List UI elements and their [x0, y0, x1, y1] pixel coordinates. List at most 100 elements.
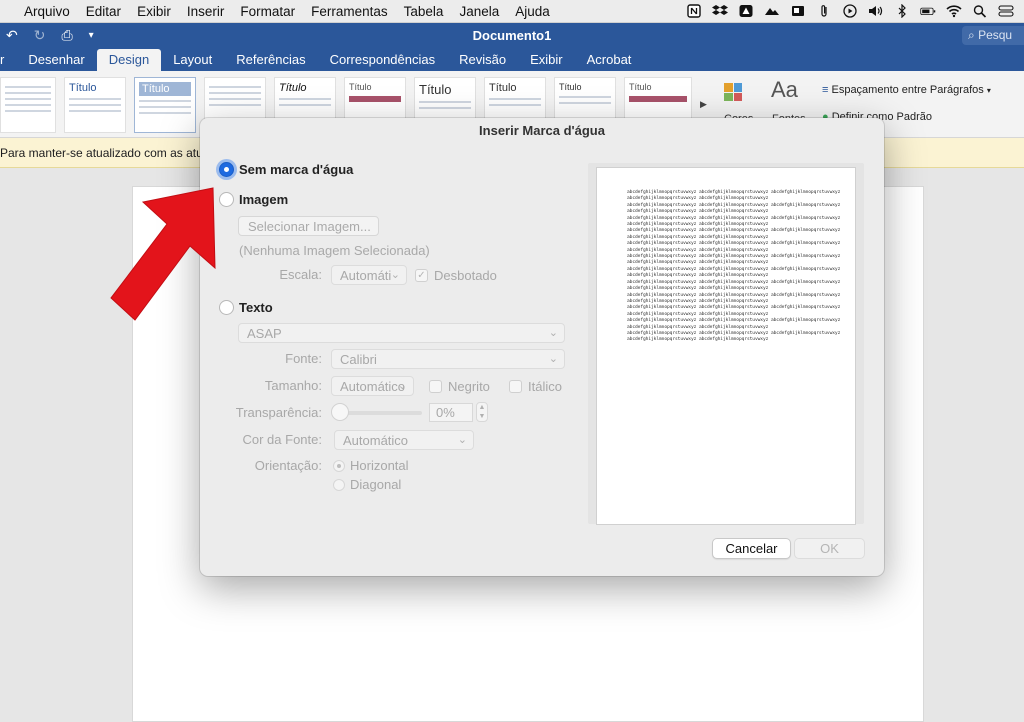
tab-acrobat[interactable]: Acrobat — [575, 52, 644, 71]
menu-formatar[interactable]: Formatar — [232, 4, 303, 19]
tab-correspondencias[interactable]: Correspondências — [318, 52, 448, 71]
volume-icon[interactable] — [868, 4, 884, 18]
battery-icon[interactable] — [920, 4, 936, 18]
radio-horizontal[interactable] — [333, 459, 345, 472]
redo-icon[interactable]: ↻ — [34, 27, 46, 45]
quick-access-toolbar: ↶ ↻ ⎙ ▾ — [0, 27, 94, 45]
tab-revisao[interactable]: Revisão — [447, 52, 518, 71]
status-area — [686, 4, 1024, 18]
option-text-label: Texto — [239, 300, 273, 315]
checkbox-empty-icon — [509, 380, 522, 393]
wifi-icon[interactable] — [946, 4, 962, 18]
chevron-down-icon: ⌄ — [397, 380, 407, 392]
menu-janela[interactable]: Janela — [451, 4, 507, 19]
ok-button[interactable]: OK — [794, 538, 865, 559]
tab-partial[interactable]: r — [0, 52, 16, 71]
size-select[interactable]: Automático ⌄ — [331, 376, 414, 396]
font-select[interactable]: Calibri ⌄ — [331, 349, 565, 369]
paperclip-icon[interactable] — [816, 4, 832, 18]
scale-label: Escala: — [279, 267, 322, 282]
radio-dot-icon — [337, 463, 341, 468]
styles-more-icon[interactable]: ▶ — [700, 99, 707, 110]
colors-icon[interactable] — [724, 83, 742, 101]
tab-referencias[interactable]: Referências — [224, 52, 317, 71]
bluetooth-icon[interactable] — [894, 4, 910, 18]
menu-tabela[interactable]: Tabela — [396, 4, 452, 19]
chevron-down-icon: ⌄ — [390, 269, 400, 281]
bold-label: Negrito — [448, 379, 490, 394]
menu-ajuda[interactable]: Ajuda — [507, 4, 558, 19]
menu-exibir[interactable]: Exibir — [129, 4, 179, 19]
cancel-button[interactable]: Cancelar — [712, 538, 791, 559]
option-no-watermark[interactable]: Sem marca d'água — [219, 162, 353, 177]
cloud-icon[interactable] — [764, 4, 780, 18]
chevron-down-icon: ⌄ — [548, 327, 558, 339]
option-image[interactable]: Imagem — [219, 192, 288, 207]
option-no-watermark-label: Sem marca d'água — [239, 162, 354, 177]
italic-checkbox[interactable]: Itálico — [509, 379, 562, 394]
tab-desenhar[interactable]: Desenhar — [16, 52, 96, 71]
preview-line: abcdefghijklmnopqrstuvwxyz abcdefghijklm… — [627, 318, 841, 324]
search-icon[interactable] — [972, 4, 988, 18]
menu-inserir[interactable]: Inserir — [179, 4, 233, 19]
fonts-icon[interactable]: Aa — [771, 77, 798, 103]
italic-label: Itálico — [528, 379, 562, 394]
tab-design[interactable]: Design — [96, 49, 162, 71]
select-image-button[interactable]: Selecionar Imagem... — [238, 216, 379, 236]
transparency-stepper[interactable]: ▲ ▼ — [476, 402, 488, 422]
preview-line: abcdefghijklmnopqrstuvwxyz abcdefghijklm… — [627, 292, 841, 298]
font-color-label: Cor da Fonte: — [242, 432, 323, 447]
scale-select[interactable]: Automáti ⌄ — [331, 265, 407, 285]
style-set-2[interactable]: Título — [134, 77, 196, 133]
play-icon[interactable] — [842, 4, 858, 18]
search-placeholder: Pesqu — [978, 28, 1013, 42]
notion-icon[interactable] — [686, 4, 702, 18]
transparency-input[interactable]: 0% — [429, 403, 473, 422]
radio-diagonal[interactable] — [333, 478, 345, 491]
size-value: Automático — [340, 378, 406, 394]
preview-line: abcdefghijklmnopqrstuvwxyz abcdefghijklm… — [627, 228, 841, 234]
paragraph-spacing-button[interactable]: ≡ Espaçamento entre Parágrafos ▾ — [822, 84, 991, 96]
preview-page: abcdefghijklmnopqrstuvwxyz abcdefghijklm… — [597, 168, 855, 524]
style-set-0[interactable] — [0, 77, 56, 133]
font-color-select[interactable]: Automático ⌄ — [334, 430, 474, 450]
customize-toolbar-icon[interactable]: ▾ — [89, 27, 94, 45]
option-text[interactable]: Texto — [219, 300, 273, 315]
preview-line: abcdefghijklmnopqrstuvwxyz abcdefghijklm… — [627, 241, 841, 247]
menu-ferramentas[interactable]: Ferramentas — [303, 4, 396, 19]
chevron-down-icon: ▾ — [986, 86, 991, 95]
chevron-down-icon: ⌄ — [457, 434, 467, 446]
search-box[interactable]: ⌕ Pesqu — [962, 26, 1024, 45]
orientation-diagonal[interactable]: Diagonal — [333, 477, 401, 492]
dialog-title: Inserir Marca d'água — [479, 123, 605, 138]
tab-exibir[interactable]: Exibir — [518, 52, 575, 71]
drive-icon[interactable] — [790, 4, 806, 18]
chevron-down-icon: ⌄ — [548, 353, 558, 365]
bold-checkbox[interactable]: Negrito — [429, 379, 490, 394]
font-label: Fonte: — [285, 351, 322, 366]
annotation-arrow-icon — [110, 187, 216, 321]
checkbox-checked-icon: ✓ — [415, 269, 428, 282]
orientation-horizontal[interactable]: Horizontal — [333, 458, 409, 473]
radio-no-watermark[interactable] — [219, 162, 234, 177]
scale-value: Automáti — [340, 267, 392, 283]
control-center-icon[interactable] — [998, 4, 1014, 18]
app-icon[interactable] — [738, 4, 754, 18]
menu-arquivo[interactable]: Arquivo — [16, 4, 78, 19]
menu-editar[interactable]: Editar — [78, 4, 129, 19]
preview-line: abcdefghijklmnopqrstuvwxyz abcdefghijklm… — [627, 305, 841, 311]
washout-checkbox[interactable]: ✓ Desbotado — [415, 268, 497, 283]
ribbon-tabs: r Desenhar Design Layout Referências Cor… — [0, 48, 1024, 71]
tab-layout[interactable]: Layout — [161, 52, 224, 71]
watermark-text-combo[interactable]: ASAP ⌄ — [238, 323, 565, 343]
print-icon[interactable]: ⎙ — [61, 27, 72, 45]
option-image-label: Imagem — [239, 192, 289, 207]
watermark-preview: abcdefghijklmnopqrstuvwxyz abcdefghijklm… — [588, 163, 864, 524]
dropbox-icon[interactable] — [712, 4, 728, 18]
transparency-label: Transparência: — [235, 405, 322, 420]
word-title-bar: ↶ ↻ ⎙ ▾ Documento1 ⌕ Pesqu — [0, 23, 1024, 48]
undo-icon[interactable]: ↶ — [6, 27, 18, 45]
transparency-slider-knob[interactable] — [331, 403, 349, 421]
document-title: Documento1 — [472, 28, 552, 43]
style-set-1[interactable]: Título — [64, 77, 126, 133]
